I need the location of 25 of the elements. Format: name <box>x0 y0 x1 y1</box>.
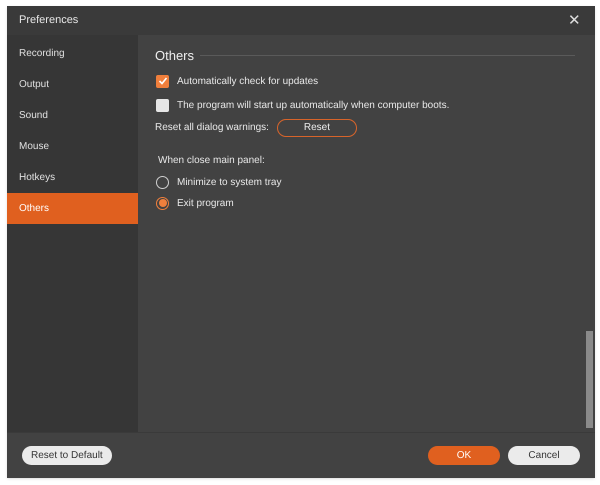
sidebar-item[interactable]: Others <box>7 193 138 224</box>
sidebar-item[interactable]: Sound <box>7 100 138 131</box>
reset-label: Reset all dialog warnings: <box>155 121 269 135</box>
sidebar-item[interactable]: Recording <box>7 38 138 69</box>
section-title: Others <box>155 47 194 65</box>
radio-label: Minimize to system tray <box>177 176 282 190</box>
close-button[interactable]: ✕ <box>568 13 581 28</box>
sidebar-item[interactable]: Hotkeys <box>7 162 138 193</box>
sidebar-item[interactable]: Output <box>7 69 138 100</box>
scrollbar-thumb[interactable] <box>586 331 593 428</box>
radio-button[interactable] <box>156 176 169 188</box>
radio-button[interactable] <box>156 196 169 210</box>
ok-button[interactable]: OK <box>428 446 500 465</box>
cancel-button[interactable]: Cancel <box>508 446 580 465</box>
close-option-label: When close main panel: <box>157 154 266 168</box>
checkmark-icon <box>158 76 168 86</box>
checkbox[interactable] <box>156 98 169 112</box>
checkbox-label: The program will start up automatically when computer boots. <box>177 98 450 112</box>
reset-to-default-button[interactable]: Reset to Default <box>22 446 112 465</box>
reset-button[interactable]: Reset <box>276 118 357 136</box>
sidebar-item[interactable]: Mouse <box>7 131 138 162</box>
radio-label: Exit program <box>177 196 234 210</box>
checkbox[interactable] <box>156 74 169 88</box>
window-title: Preferences <box>19 13 78 28</box>
checkbox-label: Automatically check for updates <box>177 74 318 88</box>
